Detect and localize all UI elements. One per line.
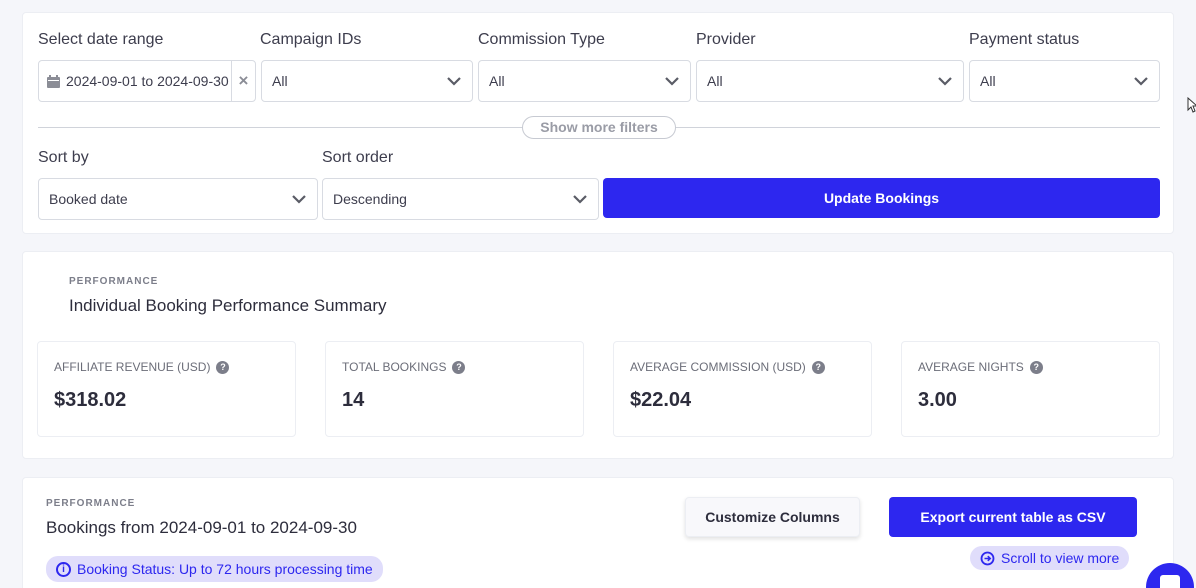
stat-card-average-commission: AVERAGE COMMISSION (USD)? $22.04 [613,341,872,437]
stat-label: AVERAGE NIGHTS [918,360,1024,374]
campaign-ids-label: Campaign IDs [260,31,362,48]
provider-label: Provider [696,31,756,48]
section-eyebrow: PERFORMANCE [69,276,159,287]
info-icon: i [56,561,71,577]
date-range-label: Select date range [38,31,164,48]
chevron-down-icon [938,77,952,86]
campaign-ids-select[interactable]: All [261,60,473,102]
provider-select[interactable]: All [696,60,964,102]
section-title: Individual Booking Performance Summary [69,296,387,315]
bookings-title: Bookings from 2024-09-01 to 2024-09-30 [46,518,357,537]
date-range-value: 2024-09-01 to 2024-09-30 [66,73,229,89]
sort-order-select[interactable]: Descending [322,178,599,220]
sort-order-label: Sort order [322,149,394,166]
chevron-down-icon [1134,77,1148,86]
chevron-down-icon [447,77,461,86]
help-icon[interactable]: ? [452,360,466,374]
scroll-hint-label: Scroll to view more [1001,550,1120,566]
section-eyebrow: PERFORMANCE [46,498,136,509]
calendar-icon [47,74,60,88]
filters-panel: Select date range Campaign IDs Commissio… [22,12,1174,234]
stat-card-average-nights: AVERAGE NIGHTS? 3.00 [901,341,1160,437]
booking-status-text: Booking Status: Up to 72 hours processin… [77,561,373,577]
export-csv-button[interactable]: Export current table as CSV [889,497,1137,537]
help-icon[interactable]: ? [216,360,230,374]
date-range-input[interactable]: 2024-09-01 to 2024-09-30 × [38,60,256,102]
campaign-ids-value: All [272,73,288,89]
payment-status-select[interactable]: All [969,60,1160,102]
sort-by-label: Sort by [38,149,89,166]
chevron-down-icon [292,195,306,204]
bookings-panel: PERFORMANCE Bookings from 2024-09-01 to … [22,477,1174,588]
provider-value: All [707,73,723,89]
stat-card-total-bookings: TOTAL BOOKINGS? 14 [325,341,584,437]
stat-label: AFFILIATE REVENUE (USD) [54,360,211,374]
stat-label: AVERAGE COMMISSION (USD) [630,360,806,374]
stat-value: 14 [342,389,365,411]
performance-summary-panel: PERFORMANCE Individual Booking Performan… [22,251,1174,459]
sort-by-select[interactable]: Booked date [38,178,318,220]
commission-type-label: Commission Type [478,31,605,48]
stat-value: $22.04 [630,389,692,411]
commission-type-value: All [489,73,505,89]
stat-value: 3.00 [918,389,957,411]
stat-label: TOTAL BOOKINGS [342,360,447,374]
commission-type-select[interactable]: All [478,60,691,102]
sort-by-value: Booked date [49,191,128,207]
show-more-filters-button[interactable]: Show more filters [522,116,676,139]
clear-icon[interactable]: × [231,61,255,101]
help-icon[interactable]: ? [1029,360,1043,374]
chevron-down-icon [573,195,587,204]
payment-status-value: All [980,73,996,89]
stat-value: $318.02 [54,389,127,411]
scroll-hint[interactable]: Scroll to view more [970,546,1130,570]
sort-order-value: Descending [333,191,407,207]
stat-card-affiliate-revenue: AFFILIATE REVENUE (USD)? $318.02 [37,341,296,437]
customize-columns-button[interactable]: Customize Columns [685,497,860,537]
mouse-cursor-icon [1187,97,1196,113]
payment-status-label: Payment status [969,31,1080,48]
chevron-down-icon [665,77,679,86]
arrow-right-circle-icon [980,551,995,565]
update-bookings-button[interactable]: Update Bookings [603,178,1160,218]
booking-status-note: i Booking Status: Up to 72 hours process… [46,556,383,582]
help-icon[interactable]: ? [811,360,825,374]
chat-icon [1160,575,1180,588]
